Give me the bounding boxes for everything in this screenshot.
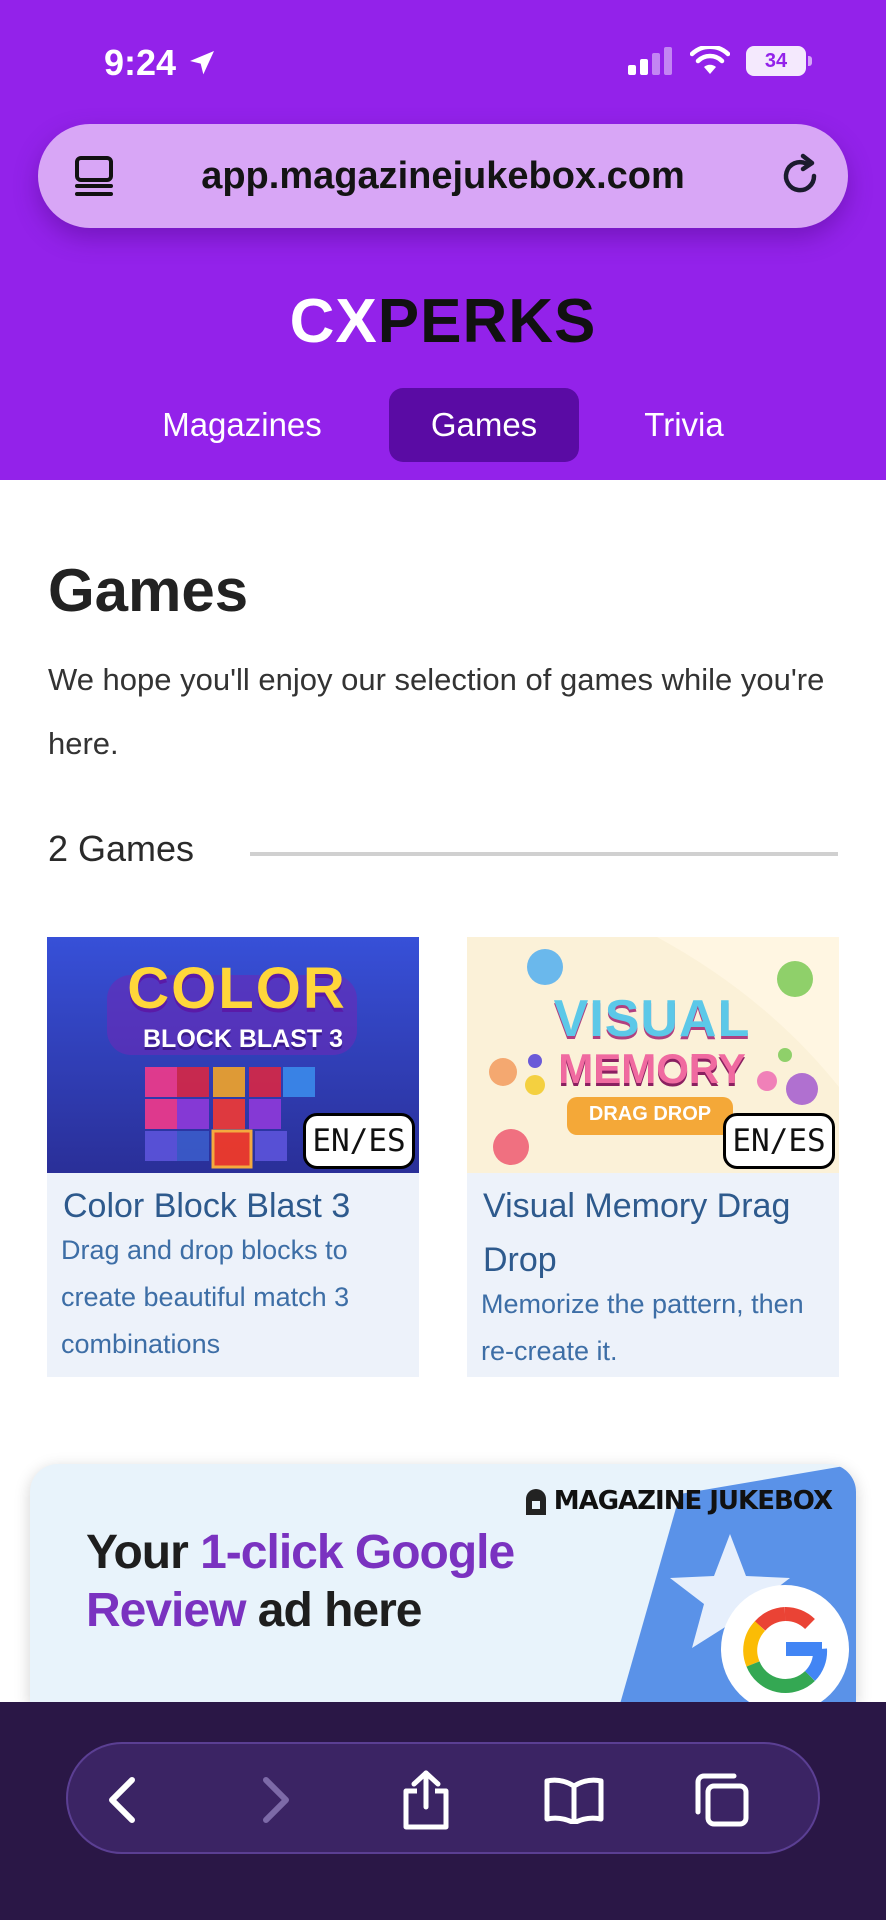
tabs-icon[interactable] — [72, 154, 116, 198]
battery-icon: 34 — [746, 46, 812, 76]
page-description: We hope you'll enjoy our selection of ga… — [48, 662, 825, 761]
ad-text-part2: ad here — [245, 1584, 423, 1637]
tabs-overview-button[interactable] — [690, 1768, 754, 1832]
bookmarks-icon[interactable] — [543, 1776, 605, 1824]
back-button[interactable] — [90, 1768, 154, 1832]
ad-banner[interactable]: MAGAZINE JUKEBOX Your 1-click Google Rev… — [30, 1464, 856, 1704]
url-text[interactable]: app.magazinejukebox.com — [201, 155, 685, 198]
logo-cx: CX — [289, 287, 378, 356]
art-subtitle: DRAG DROP — [588, 1103, 712, 1125]
cellular-signal-icon — [628, 47, 672, 75]
art-title-memory: MEMORY — [558, 1045, 746, 1092]
games-count-row: 2 Games — [48, 824, 838, 874]
share-button[interactable] — [394, 1768, 458, 1832]
page-title: Games — [48, 557, 249, 624]
jukebox-icon — [525, 1489, 546, 1515]
status-bar: 9:24 34 — [0, 0, 886, 120]
address-bar[interactable]: app.magazinejukebox.com — [38, 124, 848, 228]
games-count: 2 Games — [48, 828, 195, 869]
time-text: 9:24 — [104, 42, 177, 83]
location-arrow-icon — [190, 51, 215, 75]
art-title-visual: VISUAL — [553, 990, 751, 1048]
game-card-color-block-blast[interactable]: COLOR BLOCK BLAST 3 EN/ES Color Block Bl… — [47, 937, 419, 1377]
ad-text-highlight2: Review — [86, 1584, 246, 1637]
language-badge: EN/ES — [723, 1113, 835, 1169]
art-title-color: COLOR — [127, 956, 347, 1021]
game-card-visual-memory[interactable]: VISUAL MEMORY DRAG DROP EN/ES Visual Mem… — [467, 937, 839, 1377]
share-icon[interactable] — [400, 1769, 452, 1831]
art-subtitle: BLOCK BLAST 3 — [143, 1025, 343, 1053]
ad-brand: MAGAZINE JUKEBOX — [524, 1486, 833, 1516]
game-description: Memorize the pattern, then re-create it. — [481, 1289, 804, 1366]
main-nav: Magazines Games Trivia — [0, 388, 886, 462]
browser-toolbar — [0, 1702, 886, 1920]
game-description: Drag and drop blocks to create beautiful… — [61, 1235, 350, 1359]
tabs-overview-icon[interactable] — [694, 1772, 750, 1828]
logo-perks: PERKS — [377, 287, 597, 356]
game-thumbnail[interactable]: COLOR BLOCK BLAST 3 EN/ES — [47, 937, 419, 1173]
ad-brand-text: MAGAZINE JUKEBOX — [553, 1486, 833, 1516]
reload-icon[interactable] — [776, 152, 824, 200]
back-icon[interactable] — [102, 1774, 142, 1826]
forward-button[interactable] — [244, 1768, 308, 1832]
game-thumbnail[interactable]: VISUAL MEMORY DRAG DROP EN/ES — [467, 937, 839, 1173]
google-logo-icon — [721, 1585, 849, 1704]
ad-text-highlight1: 1-click Google — [200, 1526, 515, 1579]
ad-headline: Your 1-click Google Review ad here — [86, 1524, 515, 1640]
site-header: 9:24 34 app.magazinejukebox.com CXPERKS … — [0, 0, 886, 480]
nav-games[interactable]: Games — [389, 388, 579, 462]
game-title[interactable]: Visual Memory Drag Drop — [483, 1179, 831, 1287]
divider-line — [250, 852, 838, 856]
nav-trivia[interactable]: Trivia — [622, 388, 746, 462]
game-title[interactable]: Color Block Blast 3 — [63, 1179, 411, 1233]
language-badge: EN/ES — [303, 1113, 415, 1169]
nav-magazines[interactable]: Magazines — [146, 388, 338, 462]
wifi-icon — [690, 46, 730, 74]
forward-icon[interactable] — [256, 1774, 296, 1826]
bookmarks-button[interactable] — [542, 1768, 606, 1832]
ad-text-part1: Your — [86, 1526, 201, 1579]
battery-level: 34 — [764, 49, 788, 72]
site-logo[interactable]: CXPERKS — [0, 286, 886, 357]
status-time: 9:24 — [104, 42, 218, 84]
toolbar-pill — [66, 1742, 820, 1854]
